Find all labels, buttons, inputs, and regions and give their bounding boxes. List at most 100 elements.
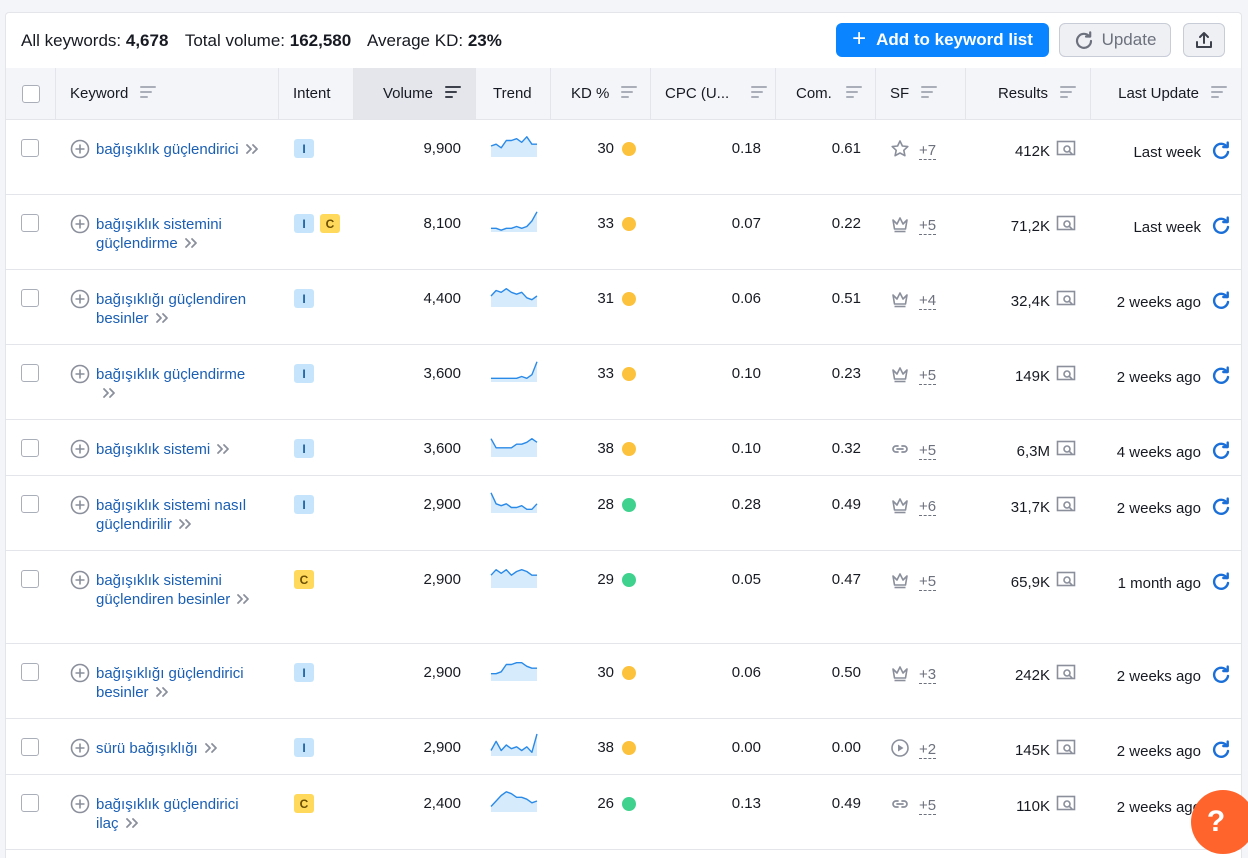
add-keyword-icon[interactable] [70, 663, 90, 687]
keyword-details-icon[interactable] [184, 235, 200, 254]
add-keyword-icon[interactable] [70, 289, 90, 313]
row-checkbox[interactable] [21, 289, 39, 307]
serp-icon[interactable] [1056, 664, 1076, 686]
row-checkbox-cell [21, 214, 39, 232]
refresh-row-icon[interactable] [1211, 365, 1231, 389]
sf-more-link[interactable]: +6 [919, 498, 937, 516]
sf-more-link[interactable]: +5 [919, 573, 937, 591]
keyword-details-icon[interactable] [102, 385, 118, 404]
row-checkbox[interactable] [21, 214, 39, 232]
header-last-update[interactable]: Last Update [1091, 68, 1241, 119]
keyword-details-icon[interactable] [236, 591, 252, 610]
refresh-row-icon[interactable] [1211, 215, 1231, 239]
refresh-row-icon[interactable] [1211, 496, 1231, 520]
header-com[interactable]: Com. [776, 68, 876, 119]
keyword-link[interactable]: bağışıklık güçlendirme [96, 365, 265, 404]
keyword-link[interactable]: bağışıklık güçlendirici [96, 140, 261, 160]
header-intent[interactable]: Intent [279, 68, 354, 119]
keyword-link[interactable]: bağışıklık sistemini güçlendirme [96, 215, 265, 254]
sf-more-link[interactable]: +7 [919, 142, 937, 160]
row-checkbox[interactable] [21, 495, 39, 513]
add-to-keyword-list-button[interactable]: + Add to keyword list [836, 23, 1049, 57]
update-button[interactable]: Update [1059, 23, 1171, 57]
add-keyword-icon[interactable] [70, 139, 90, 163]
header-volume[interactable]: Volume [354, 68, 476, 119]
serp-icon[interactable] [1056, 795, 1076, 817]
kd-cell: 30 [551, 664, 651, 681]
kd-dot [622, 497, 636, 512]
keyword-details-icon[interactable] [216, 441, 232, 460]
sf-more-link[interactable]: +4 [919, 292, 937, 310]
crown-icon [890, 663, 910, 687]
sf-more-link[interactable]: +3 [919, 666, 937, 684]
serp-icon[interactable] [1056, 215, 1076, 237]
header-trend: Trend [476, 68, 551, 119]
header-kd[interactable]: KD % [551, 68, 651, 119]
header-keyword[interactable]: Keyword [56, 68, 279, 119]
sf-more-link[interactable]: +5 [919, 442, 937, 460]
intent-badge: I [294, 439, 314, 458]
crown-icon [890, 570, 910, 594]
serp-icon[interactable] [1056, 140, 1076, 162]
refresh-row-icon[interactable] [1211, 571, 1231, 595]
com-value: 0.50 [831, 664, 861, 681]
row-checkbox[interactable] [21, 794, 39, 812]
keyword-details-icon[interactable] [155, 684, 171, 703]
serp-icon[interactable] [1056, 365, 1076, 387]
refresh-row-icon[interactable] [1211, 140, 1231, 164]
sf-cell: +7 [890, 139, 937, 163]
refresh-row-icon[interactable] [1211, 290, 1231, 314]
header-cpc[interactable]: CPC (U... [651, 68, 776, 119]
header-results[interactable]: Results [966, 68, 1091, 119]
add-keyword-icon[interactable] [70, 794, 90, 818]
serp-icon[interactable] [1056, 496, 1076, 518]
row-checkbox[interactable] [21, 663, 39, 681]
keyword-link[interactable]: bağışıklık sistemini güçlendiren besinle… [96, 571, 265, 610]
sf-more-link[interactable]: +5 [919, 217, 937, 235]
row-checkbox[interactable] [21, 439, 39, 457]
refresh-row-icon[interactable] [1211, 440, 1231, 464]
keyword-details-icon[interactable] [155, 310, 171, 329]
add-keyword-icon[interactable] [70, 439, 90, 463]
keyword-link[interactable]: bağışıklık sistemi [96, 440, 232, 460]
add-keyword-icon[interactable] [70, 738, 90, 762]
keyword-details-icon[interactable] [125, 815, 141, 834]
row-checkbox[interactable] [21, 738, 39, 756]
kd-dot [622, 366, 636, 381]
serp-icon[interactable] [1056, 739, 1076, 761]
com-value: 0.22 [831, 215, 861, 232]
sf-more-link[interactable]: +5 [919, 367, 937, 385]
keyword-link[interactable]: bağışıklık güçlendirici ilaç [96, 795, 265, 834]
row-checkbox[interactable] [21, 570, 39, 588]
sf-more-link[interactable]: +5 [919, 797, 937, 815]
add-keyword-icon[interactable] [70, 214, 90, 238]
export-button[interactable] [1183, 23, 1225, 57]
keyword-details-icon[interactable] [178, 516, 194, 535]
refresh-row-icon[interactable] [1211, 739, 1231, 763]
add-keyword-icon[interactable] [70, 495, 90, 519]
row-checkbox[interactable] [21, 139, 39, 157]
keyword-details-icon[interactable] [245, 141, 261, 160]
com-value: 0.00 [831, 739, 861, 756]
keyword-link[interactable]: bağışıklığı güçlendiren besinler [96, 290, 265, 329]
last-update-value: Last week [1133, 218, 1201, 236]
sf-more-link[interactable]: +2 [919, 741, 937, 759]
intent-badge: C [294, 794, 314, 813]
help-button[interactable]: ? [1191, 790, 1248, 854]
select-all-checkbox[interactable] [21, 84, 40, 103]
add-keyword-icon[interactable] [70, 570, 90, 594]
keyword-link[interactable]: bağışıklığı güçlendirici besinler [96, 664, 265, 703]
intent-cell: C [294, 570, 314, 589]
serp-icon[interactable] [1056, 571, 1076, 593]
refresh-row-icon[interactable] [1211, 664, 1231, 688]
keyword-details-icon[interactable] [204, 740, 220, 759]
table-row-4: bağışıklık güçlendirme I 3,600 33 0.10 0… [6, 345, 1241, 420]
serp-icon[interactable] [1056, 440, 1076, 462]
row-checkbox[interactable] [21, 364, 39, 382]
serp-icon[interactable] [1056, 290, 1076, 312]
keyword-link[interactable]: bağışıklık sistemi nasıl güçlendirilir [96, 496, 265, 535]
header-sf[interactable]: SF [876, 68, 966, 119]
keyword-link[interactable]: sürü bağışıklığı [96, 739, 220, 759]
add-keyword-icon[interactable] [70, 364, 90, 388]
results-value: 32,4K [1010, 292, 1050, 310]
